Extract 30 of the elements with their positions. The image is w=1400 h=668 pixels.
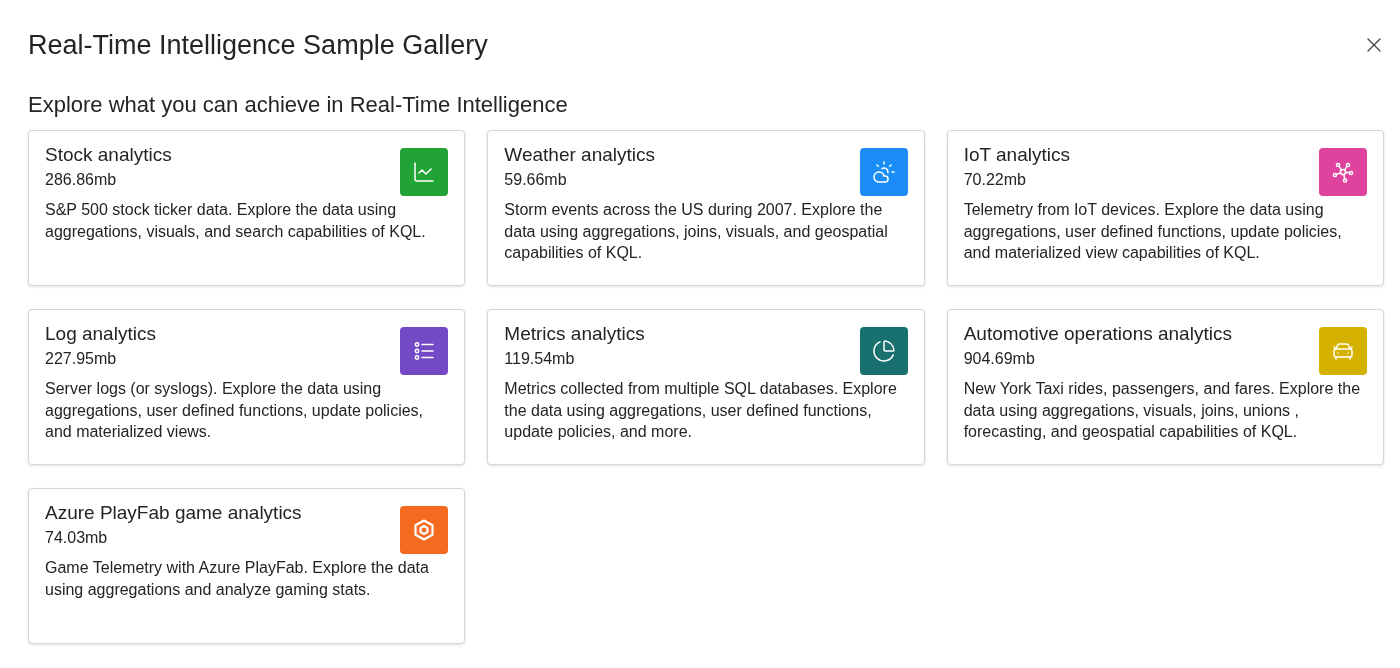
sample-card[interactable]: Azure PlayFab game analytics 74.03mb Game Telemetry with Azure PlayFab. Explore the data using aggregations and analyze gaming stats. [28,488,466,644]
sample-size: 74.03mb [45,528,109,548]
sample-card[interactable]: Log analytics 227.95mb Server logs (or syslogs). Explore the data using aggregations, user defined functions, update policies, and materialized views. [28,309,466,465]
sample-size: 904.69mb [963,349,1036,369]
sample-title: IoT analytics [963,143,1070,167]
sample-card[interactable]: IoT analytics 70.22mb Telemetry from IoT devices. Explore the data using aggregations, user defined functions, update policies, and materialized view capabilities of KQL. [946,130,1384,286]
sample-size: 119.54mb [504,349,576,369]
sample-title: Weather analytics [504,143,655,167]
sample-card[interactable]: Weather analytics 59.66mb Storm events across the US during 2007. Explore the data using aggregations, joins, visuals, and geospatial capabilities of KQL. [487,130,925,286]
sample-description: Storm events across the US during 2007. Explore the data using aggregations, joins, visuals, and geospatial capabilities of KQL. [504,200,889,263]
sample-description: Telemetry from IoT devices. Explore the data using aggregations, user defined functions, update policies, and materialized view capabilities of KQL. [963,200,1343,263]
sample-card[interactable]: Automotive operations analytics 904.69mb New York Taxi rides, passengers, and fares. Explore the data using aggregations, visuals, joins, unions , forecasting, and geospatial capabilities of KQL. [946,309,1384,465]
sample-description: New York Taxi rides, passengers, and fares. Explore the data using aggregations, visuals, joins, unions , forecasting, and geospatial capabilities of KQL. [963,379,1362,442]
sample-title: Log analytics [45,322,156,346]
sample-size: 286.86mb [45,170,118,190]
sample-size: 70.22mb [963,170,1027,190]
sample-card[interactable]: Metrics analytics 119.54mb Metrics collected from multiple SQL databases. Explore the data using aggregations, user defined functions, update policies, and more. [487,309,925,465]
sample-size: 59.66mb [504,170,568,190]
sample-description: Server logs (or syslogs). Explore the data using aggregations, user defined functions, update policies, and materialized views. [45,379,425,442]
sample-title: Stock analytics [45,143,172,167]
sample-description: Metrics collected from multiple SQL databases. Explore the data using aggregations, user defined functions, update policies, and more. [504,379,898,442]
sample-title: Automotive operations analytics [963,322,1232,346]
sample-description: Game Telemetry with Azure PlayFab. Explore the data using aggregations and analyze gaming stats. [45,558,430,600]
sample-title: Azure PlayFab game analytics [45,501,302,525]
dialog-title: Real-Time Intelligence Sample Gallery [28,29,488,62]
gallery-subtitle: Explore what you can achieve in Real-Time Intelligence [28,91,569,119]
sample-title: Metrics analytics [504,322,645,346]
sample-description: S&P 500 stock ticker data. Explore the data using aggregations, visuals, and search capabilities of KQL. [45,200,427,242]
sample-size: 227.95mb [45,349,118,369]
sample-card[interactable]: Stock analytics 286.86mb S&P 500 stock ticker data. Explore the data using aggregations, visuals, and search capabilities of KQL. [28,130,466,286]
